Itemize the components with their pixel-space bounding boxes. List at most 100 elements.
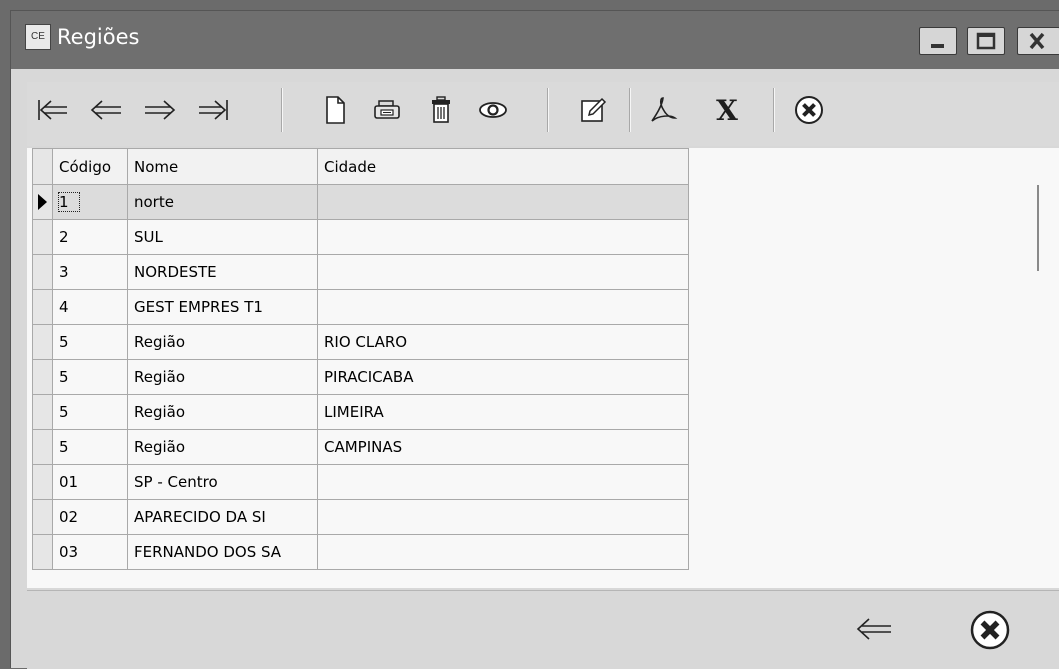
cell-codigo[interactable]: 5 xyxy=(52,324,128,360)
previous-record-button[interactable] xyxy=(87,90,127,130)
cell-cidade[interactable] xyxy=(317,254,689,290)
header-row: Código Nome Cidade xyxy=(32,148,689,185)
toolbar-separator xyxy=(629,88,631,132)
edit-button[interactable] xyxy=(573,90,613,130)
cell-nome[interactable]: Região xyxy=(127,394,318,430)
cell-cidade[interactable] xyxy=(317,534,689,570)
pdf-icon xyxy=(651,97,678,122)
next-record-button[interactable] xyxy=(139,90,179,130)
cell-nome[interactable]: Região xyxy=(127,324,318,360)
pdf-button[interactable] xyxy=(643,90,683,130)
row-indicator-header xyxy=(32,148,53,185)
row-indicator xyxy=(32,534,53,570)
left-arrow-icon xyxy=(90,100,121,120)
cell-cidade[interactable]: LIMEIRA xyxy=(317,394,689,430)
print-button[interactable] xyxy=(367,90,407,130)
eye-icon xyxy=(479,102,507,118)
delete-button[interactable] xyxy=(421,90,461,130)
toolbar-separator xyxy=(281,88,283,132)
row-indicator xyxy=(32,464,53,500)
cell-nome[interactable]: SUL xyxy=(127,219,318,255)
cell-cidade[interactable] xyxy=(317,219,689,255)
minimize-button[interactable] xyxy=(919,27,957,55)
cell-codigo[interactable]: 03 xyxy=(52,534,128,570)
cell-cidade[interactable] xyxy=(317,184,689,220)
cell-codigo[interactable]: 5 xyxy=(52,359,128,395)
last-record-button[interactable] xyxy=(193,90,233,130)
table-row[interactable]: 03 FERNANDO DOS SA xyxy=(32,534,689,570)
vertical-scrollbar[interactable] xyxy=(1037,185,1045,271)
row-indicator xyxy=(32,394,53,430)
maximize-button[interactable] xyxy=(967,27,1005,55)
table-row[interactable]: 1 norte xyxy=(32,184,689,220)
table-row[interactable]: 5 Região RIO CLARO xyxy=(32,324,689,360)
title-bar[interactable]: CE Regiões xyxy=(11,11,1059,69)
cell-nome[interactable]: SP - Centro xyxy=(127,464,318,500)
app-icon[interactable]: CE xyxy=(25,24,51,50)
excel-x-icon[interactable]: X xyxy=(707,90,747,130)
cancel-circle-icon xyxy=(970,610,1010,650)
toolbar-separator xyxy=(547,88,549,132)
printer-icon xyxy=(374,100,400,119)
first-arrow-icon xyxy=(38,100,67,120)
new-record-button[interactable] xyxy=(315,90,355,130)
cell-codigo[interactable]: 1 xyxy=(52,184,128,220)
regions-grid[interactable]: Código Nome Cidade 1 norte 2 SUL 3 NORDE… xyxy=(27,148,1059,588)
column-header-cidade[interactable]: Cidade xyxy=(317,148,689,185)
close-button[interactable] xyxy=(967,607,1013,653)
row-indicator xyxy=(32,254,53,290)
cell-nome[interactable]: norte xyxy=(127,184,318,220)
toolbar: X xyxy=(27,82,1059,146)
right-arrow-icon xyxy=(145,100,176,120)
cell-codigo[interactable]: 02 xyxy=(52,499,128,535)
table-row[interactable]: 01 SP - Centro xyxy=(32,464,689,500)
window-title: Regiões xyxy=(57,25,140,49)
cell-nome[interactable]: APARECIDO DA SI xyxy=(127,499,318,535)
row-indicator xyxy=(32,499,53,535)
cell-cidade[interactable]: RIO CLARO xyxy=(317,324,689,360)
cell-nome[interactable]: NORDESTE xyxy=(127,254,318,290)
cell-codigo[interactable]: 4 xyxy=(52,289,128,325)
cell-cidade[interactable] xyxy=(317,499,689,535)
close-icon xyxy=(1029,32,1045,50)
last-arrow-icon xyxy=(199,100,228,120)
column-header-nome[interactable]: Nome xyxy=(127,148,318,185)
minimize-icon xyxy=(931,44,944,48)
cell-nome[interactable]: Região xyxy=(127,429,318,465)
row-indicator xyxy=(32,359,53,395)
trash-icon xyxy=(432,96,450,123)
table-row[interactable]: 3 NORDESTE xyxy=(32,254,689,290)
close-window-button[interactable] xyxy=(1017,27,1059,55)
cell-codigo[interactable]: 01 xyxy=(52,464,128,500)
cell-codigo[interactable]: 3 xyxy=(52,254,128,290)
table-row[interactable]: 5 Região LIMEIRA xyxy=(32,394,689,430)
toolbar-separator xyxy=(773,88,775,132)
new-document-icon xyxy=(326,96,345,124)
cell-codigo[interactable]: 5 xyxy=(52,429,128,465)
cancel-button[interactable] xyxy=(789,90,829,130)
cell-cidade[interactable] xyxy=(317,289,689,325)
row-indicator xyxy=(32,429,53,465)
cell-cidade[interactable]: PIRACICABA xyxy=(317,359,689,395)
cell-codigo[interactable]: 2 xyxy=(52,219,128,255)
column-header-codigo[interactable]: Código xyxy=(52,148,128,185)
regions-table: Código Nome Cidade 1 norte 2 SUL 3 NORDE… xyxy=(32,148,689,570)
view-button[interactable] xyxy=(473,90,513,130)
cell-cidade[interactable]: CAMPINAS xyxy=(317,429,689,465)
first-record-button[interactable] xyxy=(33,90,73,130)
bottom-bar xyxy=(27,590,1059,669)
cell-cidade[interactable] xyxy=(317,464,689,500)
table-row[interactable]: 4 GEST EMPRES T1 xyxy=(32,289,689,325)
cell-nome[interactable]: GEST EMPRES T1 xyxy=(127,289,318,325)
back-button[interactable] xyxy=(855,609,895,649)
table-row[interactable]: 5 Região PIRACICABA xyxy=(32,359,689,395)
table-row[interactable]: 2 SUL xyxy=(32,219,689,255)
table-row[interactable]: 02 APARECIDO DA SI xyxy=(32,499,689,535)
cell-nome[interactable]: Região xyxy=(127,359,318,395)
row-indicator xyxy=(32,324,53,360)
cancel-circle-icon xyxy=(795,96,823,124)
table-row[interactable]: 5 Região CAMPINAS xyxy=(32,429,689,465)
row-indicator xyxy=(32,289,53,325)
cell-codigo[interactable]: 5 xyxy=(52,394,128,430)
cell-nome[interactable]: FERNANDO DOS SA xyxy=(127,534,318,570)
